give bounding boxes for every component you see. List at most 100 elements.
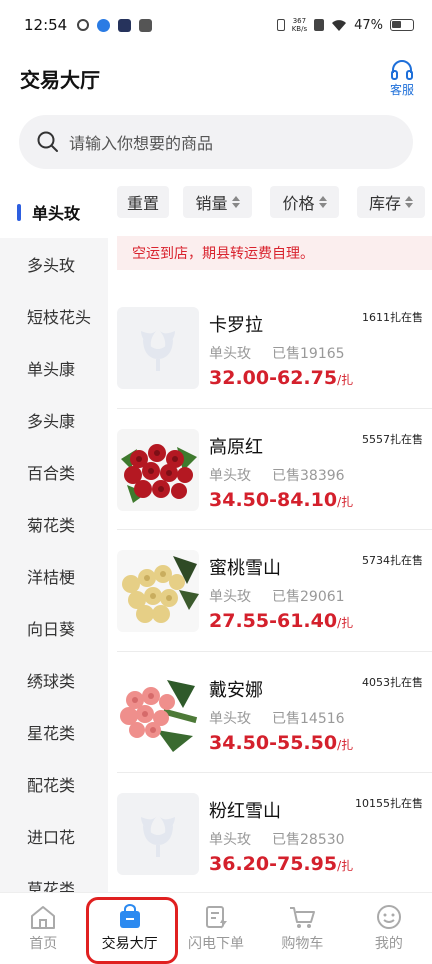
pink-rose-bouquet [117,671,199,754]
nav-home[interactable]: 首页 [0,893,86,964]
product-image [117,428,199,511]
product-sold: 已售38396 [272,467,345,484]
cart-icon [290,907,316,928]
sidebar-item-label: 单头康 [27,360,76,379]
reset-filter-button[interactable]: 重置 [117,186,169,218]
sidebar-item-filler[interactable]: 配花类 [0,758,108,810]
placeholder-flower-icon [141,329,175,371]
sidebar-item-hydrangea[interactable]: 绣球类 [0,654,108,706]
product-item[interactable]: 卡罗拉 单头玫 已售19165 32.00-62.75/扎 1611扎在售 [117,287,432,409]
sidebar-item-imported[interactable]: 进口花 [0,810,108,862]
sidebar-item-label: 多头康 [27,412,76,431]
product-category: 单头玫 [209,467,251,484]
nav-trading-hall[interactable]: 交易大厅 [86,893,172,964]
sidebar-item-lily[interactable]: 百合类 [0,446,108,498]
sort-arrows-icon [231,196,240,208]
nav-cart[interactable]: 购物车 [259,893,345,964]
sidebar-item-single-rose[interactable]: 单头玫 [0,186,108,238]
product-category: 单头玫 [209,589,251,605]
filter-bar: 重置 销量 价格 库存 [117,186,432,218]
price-range: 34.50-84.10 [209,488,338,511]
placeholder-flower-icon [141,815,175,857]
product-name: 粉红雪山 [209,801,281,822]
sidebar-item-label: 草花类 [27,880,76,892]
product-category: 单头玫 [209,710,251,727]
smiley-profile-icon [376,905,401,929]
sidebar-item-herbaceous[interactable]: 草花类 [0,862,108,892]
product-price: 34.50-84.10/扎 [209,489,353,511]
category-sidebar: 单头玫 多头玫 短枝花头 单头康 多头康 百合类 菊花类 洋桔梗 向日葵 绣球类… [0,186,108,892]
product-item[interactable]: 高原红 单头玫 已售38396 34.50-84.10/扎 5557扎在售 [117,409,432,530]
headset-icon [390,59,413,80]
product-stock: 5557扎在售 [362,432,423,446]
sidebar-item-label: 洋桔梗 [27,568,76,587]
sidebar-item-sunflower[interactable]: 向日葵 [0,602,108,654]
product-sold: 已售28530 [272,832,345,848]
sidebar-item-label: 短枝花头 [27,308,92,327]
sales-label: 销量 [195,194,228,213]
shipping-notice: 空运到店，期县转运费自理。 [117,236,432,270]
bottom-nav: 首页 交易大厅 闪电下单 购物车 我的 [0,892,432,964]
sidebar-item-label: 单头玫 [32,204,81,223]
mail-notification-icon [139,18,153,32]
sidebar-item-star-flower[interactable]: 星花类 [0,706,108,758]
sort-price-button[interactable]: 价格 [270,186,339,218]
customer-service-button[interactable]: 客服 [390,59,414,98]
price-unit: /扎 [337,494,354,509]
page-title: 交易大厅 [20,67,100,92]
sidebar-item-label: 进口花 [27,828,76,847]
product-stock: 10155扎在售 [355,797,423,810]
nav-label: 购物车 [281,936,324,952]
search-input[interactable]: 请输入你想要的商品 [69,130,213,154]
notice-text: 空运到店，期县转运费自理。 [132,246,314,262]
product-item[interactable]: 蜜桃雪山 单头玫 已售29061 27.55-61.40/扎 5734扎在售 [117,530,432,652]
product-name: 戴安娜 [209,679,263,701]
product-image [117,671,199,754]
product-item[interactable]: 戴安娜 单头玫 已售14516 34.50-55.50/扎 4053扎在售 [117,652,432,773]
product-image [117,307,199,389]
header: 交易大厅 客服 [0,50,432,106]
wifi-icon [332,19,347,31]
product-price: 27.55-61.40/扎 [209,610,353,632]
sort-sales-button[interactable]: 销量 [183,186,252,218]
vibrate-icon [276,19,285,31]
status-bar: 12:54 367 KB/s 47% [0,0,432,50]
shopping-bag-icon [119,904,140,928]
product-image [117,793,199,875]
price-range: 32.00-62.75 [209,367,338,389]
product-item[interactable]: 粉红雪山 单头玫 已售28530 36.20-75.95/扎 10155扎在售 [117,773,432,895]
search-icon [37,131,58,152]
product-stock: 4053扎在售 [362,675,423,689]
nav-quick-order[interactable]: 闪电下单 [173,893,259,964]
sidebar-item-short-stem[interactable]: 短枝花头 [0,290,108,342]
status-left: 12:54 [24,16,153,34]
peach-rose-bouquet [117,550,199,632]
red-rose-bouquet [117,428,199,511]
customer-service-label: 客服 [389,82,414,97]
notification-icon [77,19,90,31]
nav-label: 首页 [29,936,58,952]
sidebar-item-label: 多头玫 [27,256,76,275]
nav-label: 我的 [374,936,403,952]
product-list: 卡罗拉 单头玫 已售19165 32.00-62.75/扎 1611扎在售 高原… [117,287,432,895]
sidebar-item-eustoma[interactable]: 洋桔梗 [0,550,108,602]
nav-me[interactable]: 我的 [346,893,432,964]
lightning-order-icon [206,906,228,929]
status-time: 12:54 [24,16,68,34]
sidebar-item-chrysanthemum[interactable]: 菊花类 [0,498,108,550]
sidebar-item-multi-carnation[interactable]: 多头康 [0,394,108,446]
price-unit: /扎 [337,616,354,630]
price-range: 36.20-75.95 [209,853,338,875]
sort-stock-button[interactable]: 库存 [357,186,425,218]
search-bar[interactable]: 请输入你想要的商品 [19,115,413,169]
price-label: 价格 [282,194,315,213]
stock-label: 库存 [368,194,401,213]
sidebar-item-single-carnation[interactable]: 单头康 [0,342,108,394]
nav-label: 闪电下单 [188,936,245,952]
sidebar-item-multi-rose[interactable]: 多头玫 [0,238,108,290]
net-speed-unit: KB/s [291,25,308,33]
product-name: 高原红 [209,436,263,458]
nav-label: 交易大厅 [101,936,158,952]
product-image [117,550,199,632]
price-unit: /扎 [337,373,354,387]
